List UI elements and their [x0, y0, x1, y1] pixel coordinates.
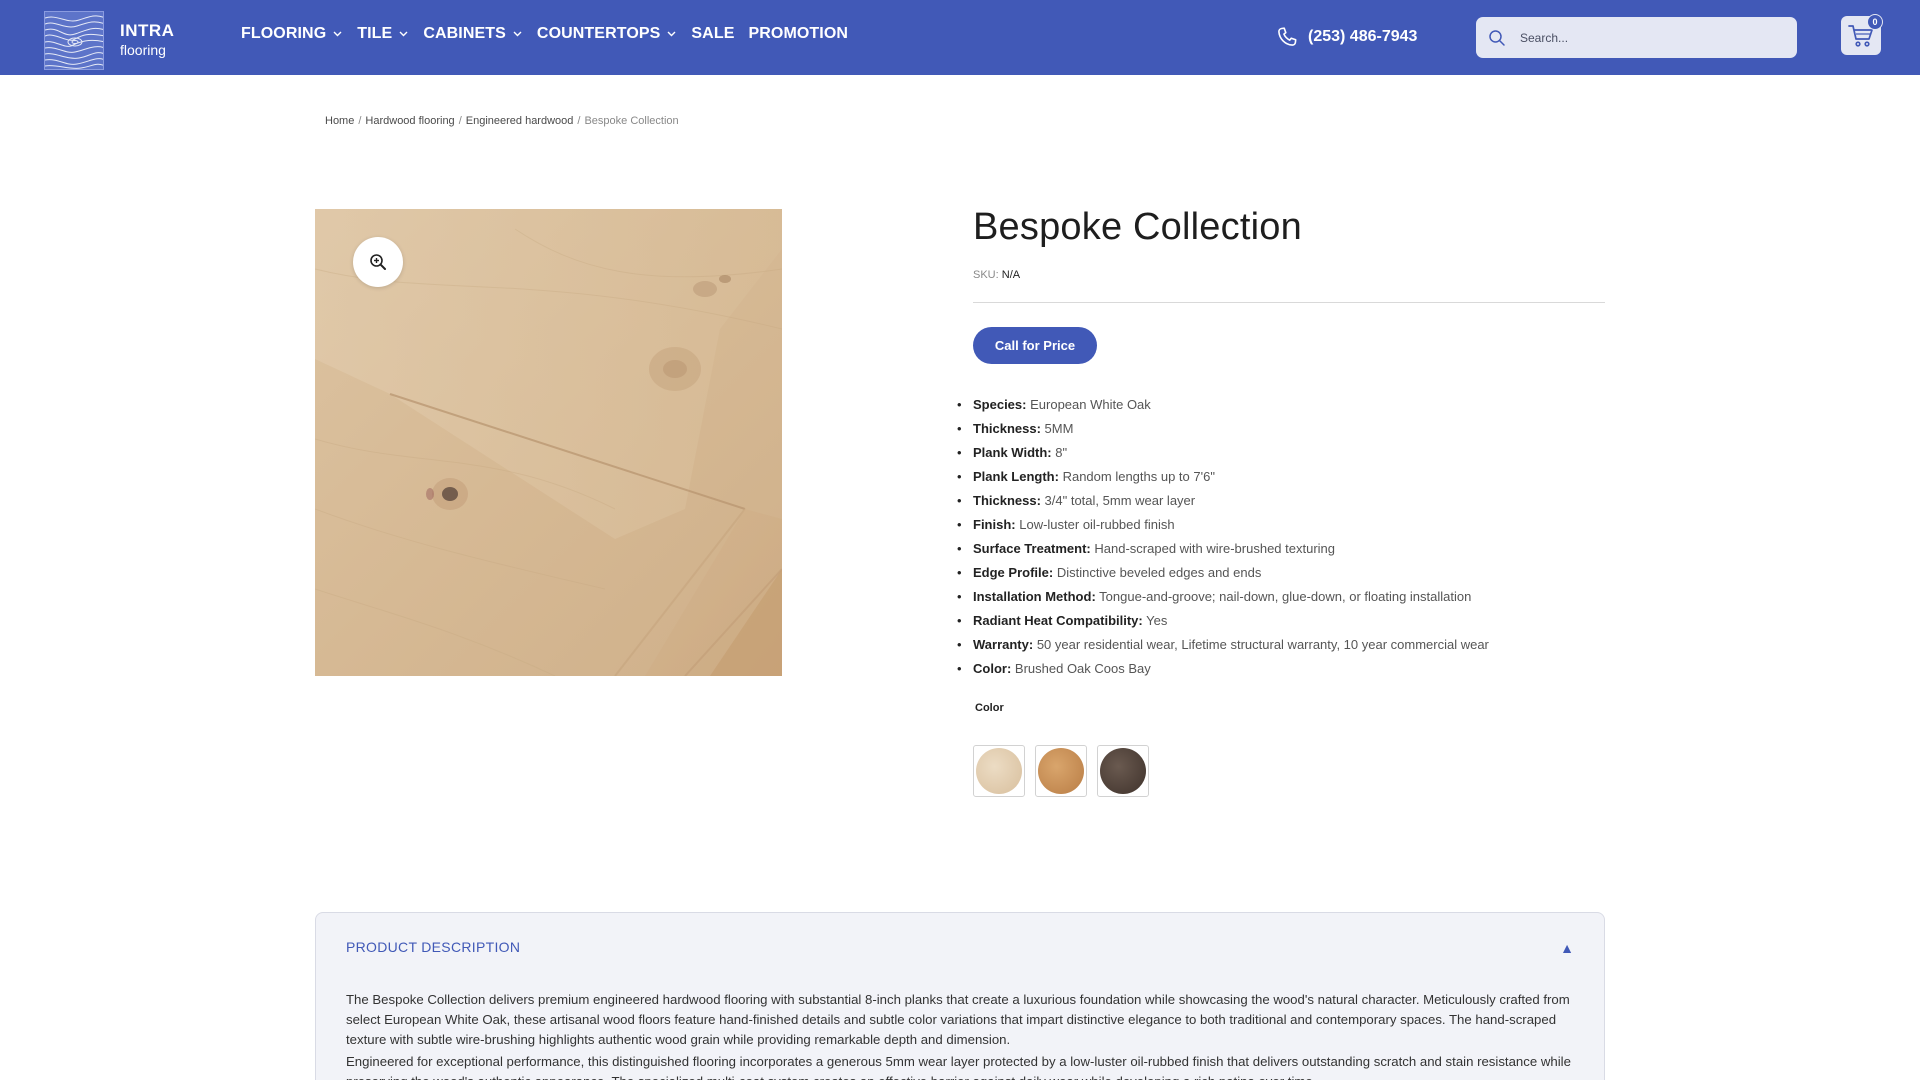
zoom-button[interactable]: [353, 237, 403, 287]
spec-item: Surface Treatment: Hand-scraped with wir…: [957, 540, 1489, 564]
spec-value: Hand-scraped with wire-brushed texturing: [1094, 541, 1336, 556]
spec-item: Installation Method: Tongue-and-groove; …: [957, 588, 1489, 612]
nav-label: PROMOTION: [748, 25, 849, 42]
product-sku: SKU: N/A: [973, 269, 1020, 281]
zoom-in-icon: [370, 254, 386, 270]
breadcrumb-separator: /: [577, 115, 581, 127]
spec-item: Thickness: 3/4" total, 5mm wear layer: [957, 492, 1489, 516]
breadcrumb-separator: /: [458, 115, 462, 127]
spec-value: 8": [1055, 445, 1068, 460]
search-input[interactable]: [1520, 30, 1780, 45]
spec-value: 3/4" total, 5mm wear layer: [1044, 493, 1196, 508]
nav-label: CABINETS: [423, 25, 506, 42]
description-body: The Bespoke Collection delivers premium …: [346, 990, 1586, 1080]
spec-key: Edge Profile:: [973, 565, 1054, 580]
nav-label: TILE: [357, 25, 393, 42]
cart-button[interactable]: 0: [1841, 14, 1883, 55]
spec-item: Finish: Low-luster oil-rubbed finish: [957, 516, 1489, 540]
spec-key: Finish:: [973, 517, 1016, 532]
spec-key: Thickness:: [973, 493, 1041, 508]
chevron-down-icon: [513, 31, 522, 37]
color-swatches: [973, 745, 1159, 797]
breadcrumb: Home / Hardwood flooring / Engineered hardwo…: [325, 115, 679, 127]
phone-link[interactable]: (253) 486-7943: [1275, 25, 1417, 49]
swatch-color-circle: [976, 748, 1022, 794]
spec-item: Edge Profile: Distinctive beveled edges …: [957, 564, 1489, 588]
phone-number: (253) 486-7943: [1308, 28, 1418, 45]
sku-label: SKU:: [973, 269, 999, 281]
chevron-down-icon: [667, 31, 676, 37]
breadcrumb-hardwood-flooring[interactable]: Hardwood flooring: [365, 115, 454, 127]
brand-logo[interactable]: [44, 11, 104, 70]
spec-value: Low-luster oil-rubbed finish: [1019, 517, 1175, 532]
nav-tile[interactable]: TILE: [357, 25, 409, 43]
spec-item: Thickness: 5MM: [957, 420, 1489, 444]
spec-key: Color:: [973, 661, 1012, 676]
spec-item: Plank Width: 8": [957, 444, 1489, 468]
spec-value: Tongue-and-groove; nail-down, glue-down,…: [1099, 589, 1472, 604]
search-icon: [1489, 29, 1505, 46]
spec-value: European White Oak: [1030, 397, 1151, 412]
nav-countertops[interactable]: COUNTERTOPS: [537, 25, 677, 43]
brand-subtitle: flooring: [120, 42, 166, 58]
spec-item: Color: Brushed Oak Coos Bay: [957, 660, 1489, 684]
divider: [973, 302, 1605, 303]
chevron-down-icon: [399, 31, 408, 37]
swatch-color-circle: [1100, 748, 1146, 794]
accordion-header[interactable]: PRODUCT DESCRIPTION: [346, 939, 520, 955]
collapse-arrow-icon[interactable]: ▲: [1560, 940, 1574, 956]
spec-key: Installation Method:: [973, 589, 1096, 604]
spec-item: Warranty: 50 year residential wear, Life…: [957, 636, 1489, 660]
spec-value: Yes: [1146, 613, 1168, 628]
phone-icon: [1278, 27, 1297, 46]
spec-item: Species: European White Oak: [957, 396, 1489, 420]
sku-value: N/A: [1001, 269, 1021, 281]
cart-count-badge: 0: [1867, 14, 1883, 30]
spec-value: 50 year residential wear, Lifetime struc…: [1036, 637, 1489, 652]
nav-cabinets[interactable]: CABINETS: [423, 25, 523, 43]
breadcrumb-current: Bespoke Collection: [584, 115, 679, 127]
brand-name[interactable]: INTRA flooring: [120, 21, 174, 58]
description-paragraph: Engineered for exceptional performance, …: [346, 1054, 1571, 1080]
swatch-light-oak[interactable]: [973, 745, 1025, 797]
spec-key: Plank Length:: [973, 469, 1059, 484]
spec-value: Distinctive beveled edges and ends: [1056, 565, 1262, 580]
product-description-accordion: PRODUCT DESCRIPTION ▲ The Bespoke Collec…: [315, 912, 1605, 1080]
swatch-color-circle: [1038, 748, 1084, 794]
spec-item: Plank Length: Random lengths up to 7'6": [957, 468, 1489, 492]
chevron-down-icon: [333, 31, 342, 37]
spec-value: Brushed Oak Coos Bay: [1014, 661, 1151, 676]
swatch-dark-oak[interactable]: [1097, 745, 1149, 797]
spec-item: Radiant Heat Compatibility: Yes: [957, 612, 1489, 636]
search-bar[interactable]: [1476, 17, 1797, 58]
nav-flooring[interactable]: FLOORING: [241, 25, 343, 43]
breadcrumb-engineered-hardwood[interactable]: Engineered hardwood: [466, 115, 574, 127]
site-header: INTRA flooring FLOORING TILE CABINETS CO…: [0, 0, 1920, 75]
color-label: Color: [975, 702, 1004, 714]
spec-key: Surface Treatment:: [973, 541, 1091, 556]
swatch-honey-oak[interactable]: [1035, 745, 1087, 797]
breadcrumb-home[interactable]: Home: [325, 115, 354, 127]
brand-title: INTRA: [120, 21, 175, 40]
nav-promotion[interactable]: PROMOTION: [748, 25, 848, 43]
call-for-price-button[interactable]: Call for Price: [973, 327, 1097, 364]
product-title: Bespoke Collection: [973, 206, 1302, 248]
wood-grain-logo-icon: [45, 12, 103, 69]
nav-sale[interactable]: SALE: [691, 25, 734, 43]
spec-key: Plank Width:: [973, 445, 1052, 460]
main-nav: FLOORING TILE CABINETS COUNTERTOPS SALE …: [241, 25, 862, 43]
spec-key: Thickness:: [973, 421, 1041, 436]
nav-label: FLOORING: [241, 25, 327, 42]
spec-key: Warranty:: [973, 637, 1034, 652]
nav-label: COUNTERTOPS: [536, 25, 661, 42]
breadcrumb-separator: /: [358, 115, 362, 127]
spec-key: Radiant Heat Compatibility:: [973, 613, 1143, 628]
nav-label: SALE: [691, 25, 735, 42]
spec-value: 5MM: [1044, 421, 1074, 436]
spec-value: Random lengths up to 7'6": [1062, 469, 1215, 484]
spec-key: Species:: [973, 397, 1027, 412]
description-paragraph: The Bespoke Collection delivers premium …: [346, 992, 1570, 1047]
product-specs-list: Species: European White Oak Thickness: 5…: [957, 396, 1489, 684]
